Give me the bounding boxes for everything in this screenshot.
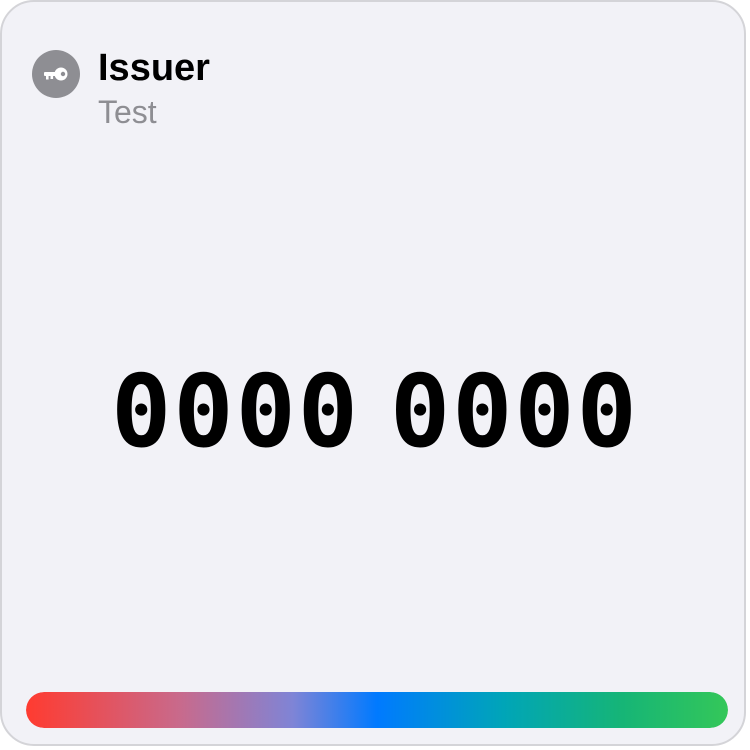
countdown-progress-bar bbox=[26, 692, 728, 728]
issuer-name: Issuer bbox=[98, 47, 210, 89]
otp-code-group-1: 0000 bbox=[111, 353, 360, 470]
countdown-progress-fill bbox=[26, 692, 728, 728]
key-icon-glyph bbox=[44, 67, 68, 81]
otp-code[interactable]: 0000 0000 bbox=[2, 353, 744, 470]
token-header: Issuer Test bbox=[32, 46, 210, 134]
token-card[interactable]: Issuer Test 0000 0000 bbox=[0, 0, 746, 746]
otp-code-group-2: 0000 bbox=[390, 353, 639, 470]
token-titles: Issuer Test bbox=[98, 46, 210, 134]
account-name: Test bbox=[98, 94, 157, 130]
key-icon bbox=[32, 50, 80, 98]
